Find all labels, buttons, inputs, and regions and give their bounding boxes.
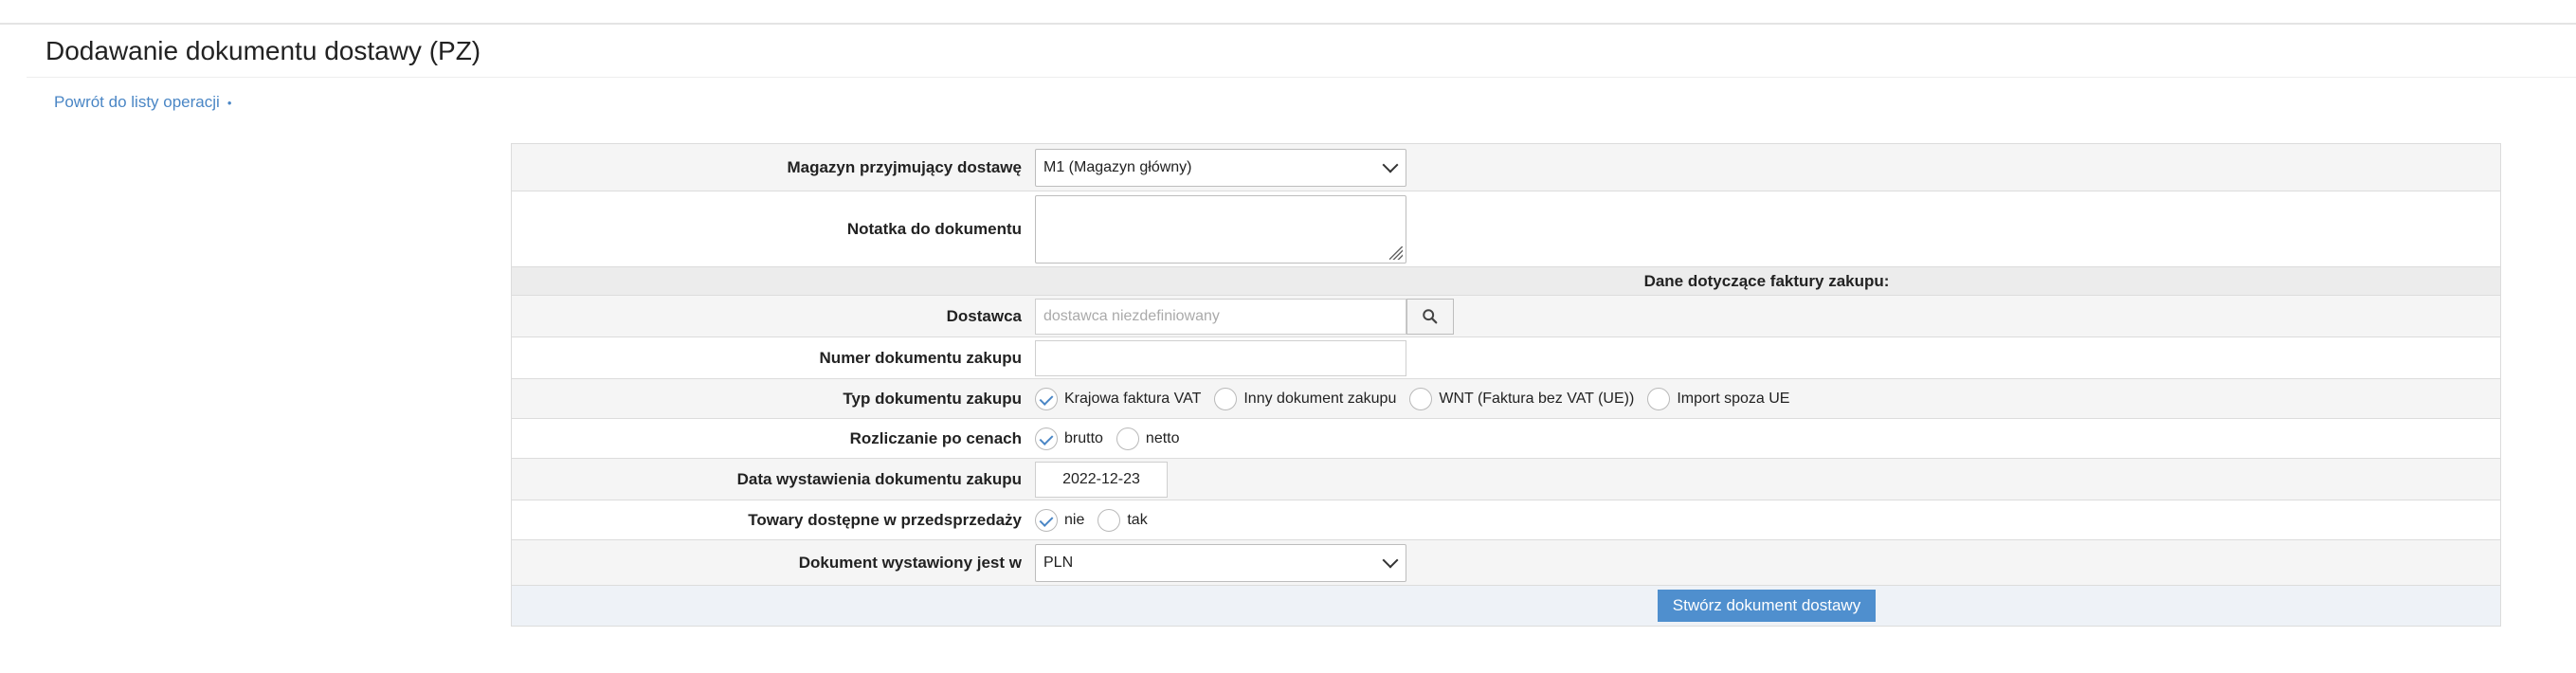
doc-number-input[interactable] [1035, 339, 1406, 376]
page-title: Dodawanie dokumentu dostawy (PZ) [45, 36, 481, 65]
resize-handle-icon[interactable] [1389, 246, 1403, 260]
issue-date-label: Data wystawienia dokumentu zakupu [736, 469, 1022, 488]
chevron-down-icon [1382, 552, 1399, 569]
presale-option-yes[interactable]: tak [1098, 508, 1148, 532]
top-divider [0, 23, 2576, 25]
radio-checked-icon [1035, 427, 1058, 450]
issue-date-input[interactable]: 2022-12-23 [1035, 461, 1168, 498]
presale-option-no[interactable]: nie [1035, 508, 1085, 532]
radio-label: WNT (Faktura bez VAT (UE)) [1439, 390, 1635, 407]
pricing-label: Rozliczanie po cenach [849, 428, 1022, 447]
issue-date-row: Data wystawienia dokumentu zakupu 2022-1… [512, 459, 2500, 500]
radio-unchecked-icon [1214, 387, 1238, 410]
radio-label: Krajowa faktura VAT [1064, 390, 1202, 407]
radio-checked-icon [1035, 508, 1058, 532]
doc-type-option-domestic-vat[interactable]: Krajowa faktura VAT [1035, 387, 1202, 410]
note-textarea[interactable] [1035, 194, 1406, 264]
currency-label: Dokument wystawiony jest w [798, 553, 1022, 572]
radio-label: brutto [1064, 429, 1103, 446]
presale-label: Towary dostępne w przedsprzedaży [748, 510, 1022, 529]
radio-checked-icon [1035, 387, 1058, 410]
submit-row: Stwórz dokument dostawy [512, 586, 2500, 626]
supplier-search-button[interactable] [1406, 298, 1454, 335]
back-link-label: Powrót do listy operacji [54, 93, 220, 111]
warehouse-label: Magazyn przyjmujący dostawę [787, 157, 1022, 176]
radio-label: netto [1145, 429, 1180, 446]
note-label: Notatka do dokumentu [846, 219, 1022, 238]
pricing-radio-group: brutto netto [1033, 419, 2500, 458]
chevron-down-icon [1382, 156, 1399, 173]
radio-unchecked-icon [1116, 427, 1139, 450]
radio-label: tak [1127, 511, 1148, 528]
delivery-document-form: Magazyn przyjmujący dostawę M1 (Magazyn … [511, 143, 2501, 627]
doc-type-radio-group: Krajowa faktura VAT Inny dokument zakupu… [1033, 379, 2500, 418]
warehouse-row: Magazyn przyjmujący dostawę M1 (Magazyn … [512, 144, 2500, 191]
radio-label: nie [1064, 511, 1085, 528]
doc-type-option-other[interactable]: Inny dokument zakupu [1214, 387, 1397, 410]
create-delivery-document-button[interactable]: Stwórz dokument dostawy [1657, 590, 1877, 622]
section-header-text: Dane dotyczące faktury zakupu: [1643, 271, 1890, 290]
doc-number-row: Numer dokumentu zakupu [512, 337, 2500, 379]
warehouse-select[interactable]: M1 (Magazyn główny) [1035, 148, 1406, 187]
back-to-operations-link[interactable]: Powrót do listy operacji • [54, 93, 231, 112]
supplier-row: Dostawca dostawca niezdefiniowany [512, 296, 2500, 337]
doc-number-label: Numer dokumentu zakupu [819, 348, 1022, 367]
currency-select-value: PLN [1043, 554, 1074, 571]
presale-row: Towary dostępne w przedsprzedaży nie tak [512, 500, 2500, 540]
back-link-bullet: • [227, 96, 232, 110]
doc-type-label: Typ dokumentu zakupu [843, 389, 1022, 408]
doc-type-row: Typ dokumentu zakupu Krajowa faktura VAT… [512, 379, 2500, 419]
purchase-invoice-section-header: Dane dotyczące faktury zakupu: [512, 267, 2500, 296]
currency-row: Dokument wystawiony jest w PLN [512, 540, 2500, 586]
note-row: Notatka do dokumentu [512, 191, 2500, 267]
supplier-label: Dostawca [946, 306, 1022, 325]
pricing-option-gross[interactable]: brutto [1035, 427, 1103, 450]
warehouse-select-value: M1 (Magazyn główny) [1043, 158, 1192, 175]
doc-type-option-import[interactable]: Import spoza UE [1647, 387, 1790, 410]
doc-type-option-wnt[interactable]: WNT (Faktura bez VAT (UE)) [1409, 387, 1635, 410]
radio-label: Inny dokument zakupu [1243, 390, 1397, 407]
supplier-input[interactable]: dostawca niezdefiniowany [1035, 298, 1406, 335]
radio-label: Import spoza UE [1677, 390, 1790, 407]
presale-radio-group: nie tak [1033, 500, 2500, 539]
radio-unchecked-icon [1409, 387, 1433, 410]
currency-select[interactable]: PLN [1035, 543, 1406, 582]
search-icon [1423, 308, 1438, 323]
radio-unchecked-icon [1098, 508, 1121, 532]
pricing-row: Rozliczanie po cenach brutto netto [512, 419, 2500, 459]
pricing-option-net[interactable]: netto [1116, 427, 1180, 450]
radio-unchecked-icon [1647, 387, 1671, 410]
